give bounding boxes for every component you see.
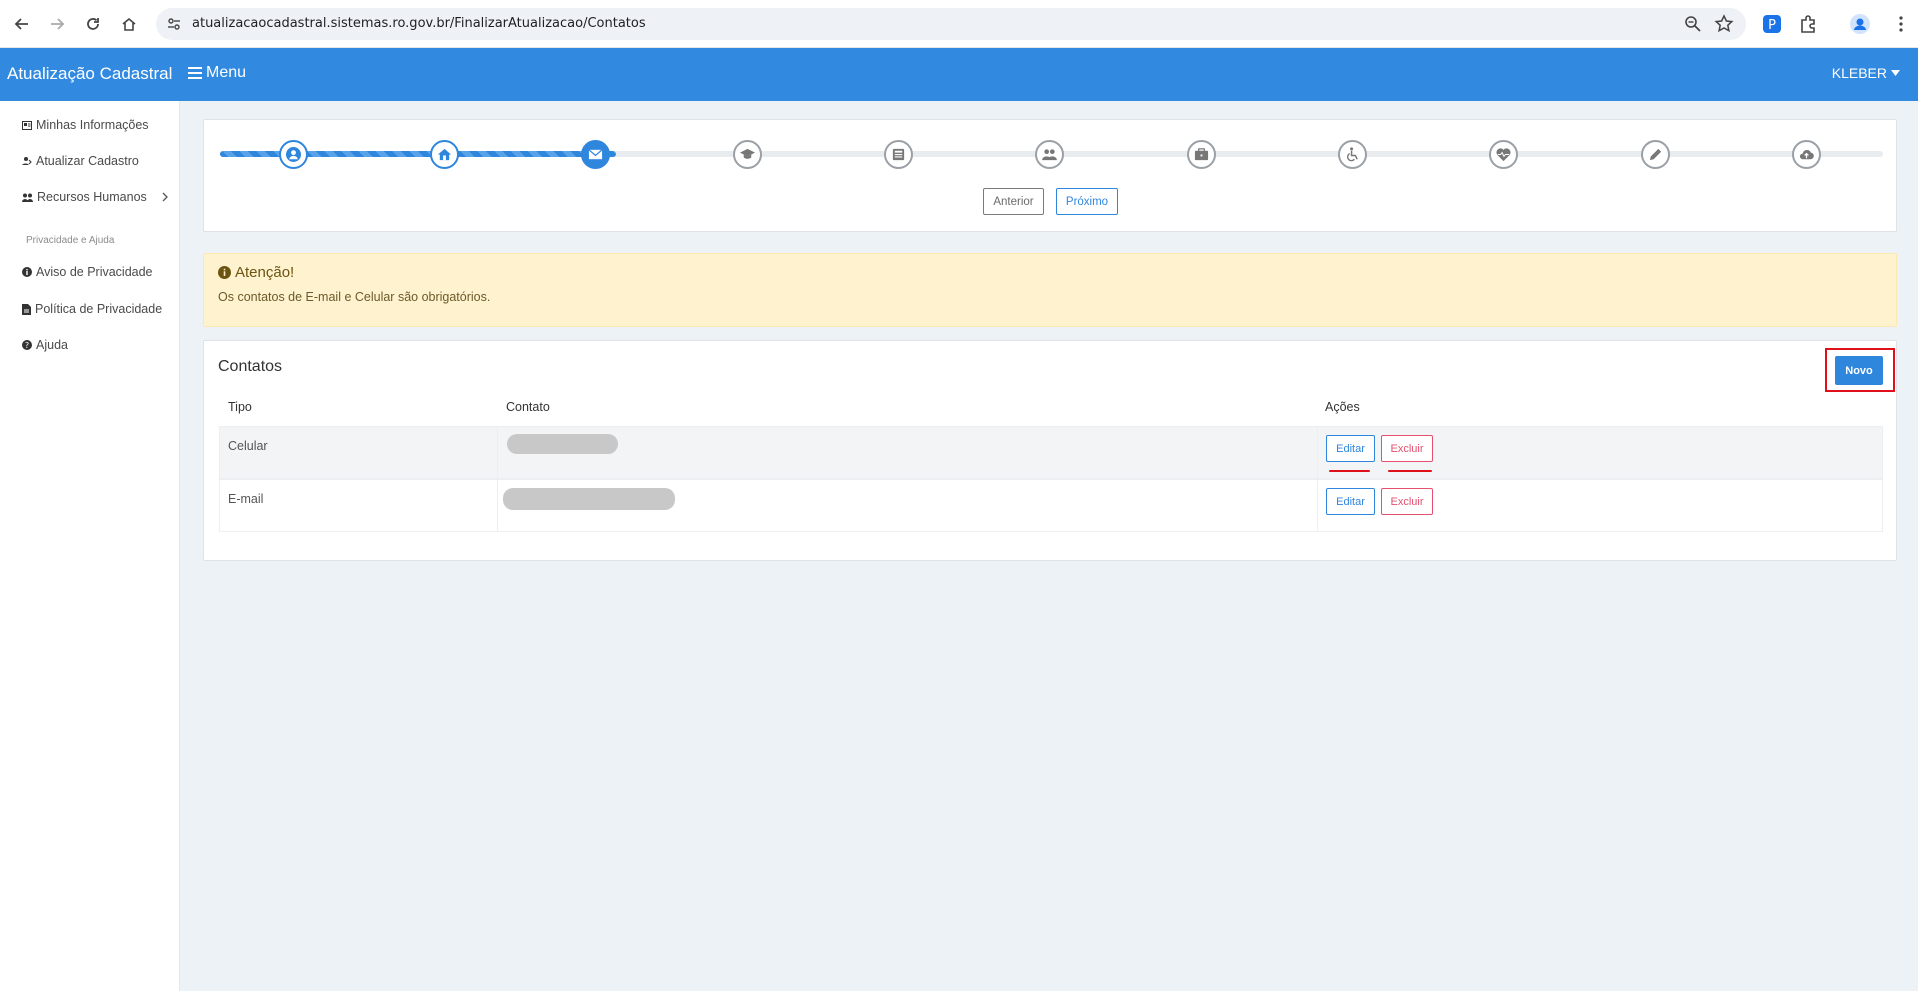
site-settings-icon[interactable] <box>166 16 182 32</box>
sidebar-item-aviso-privacidade[interactable]: Aviso de Privacidade <box>22 265 153 279</box>
contact-type: Celular <box>228 439 268 453</box>
alert-title-text: Atenção! <box>235 264 295 281</box>
cell-divider <box>1317 480 1318 531</box>
graduation-cap-icon <box>740 148 755 159</box>
sidebar-item-label: Minhas Informações <box>36 118 149 132</box>
redacted-contact-value <box>503 488 675 510</box>
step-signature[interactable] <box>1641 140 1670 169</box>
delete-button[interactable]: Excluir <box>1381 435 1433 462</box>
forward-icon[interactable] <box>45 12 69 36</box>
progress-stepper-card: Anterior Próximo <box>203 119 1897 232</box>
bookmark-star-icon[interactable] <box>1714 14 1734 34</box>
profile-avatar-icon[interactable] <box>1849 13 1871 35</box>
user-name: KLEBER <box>1831 65 1887 81</box>
home-icon[interactable] <box>117 12 141 36</box>
back-icon[interactable] <box>10 12 34 36</box>
annotation-underline <box>1388 470 1432 472</box>
sidebar-item-minhas-informacoes[interactable]: Minhas Informações <box>22 118 149 132</box>
home-icon <box>437 148 452 161</box>
hamburger-icon <box>188 67 202 79</box>
step-address[interactable] <box>430 140 459 169</box>
alert-message: Os contatos de E-mail e Celular são obri… <box>218 290 491 304</box>
delete-button[interactable]: Excluir <box>1381 488 1433 515</box>
previous-button[interactable]: Anterior <box>983 188 1044 215</box>
cloud-upload-icon <box>1799 150 1814 160</box>
sidebar-item-ajuda[interactable]: ? Ajuda <box>22 338 68 352</box>
file-icon <box>22 303 31 315</box>
sidebar-section-title: Privacidade e Ajuda <box>26 235 115 246</box>
briefcase-icon <box>1194 148 1209 161</box>
step-professional[interactable] <box>1187 140 1216 169</box>
table-row: Celular Editar Excluir <box>219 426 1883 479</box>
cell-divider <box>497 480 498 531</box>
sidebar-item-atualizar-cadastro[interactable]: Atualizar Cadastro <box>22 154 139 168</box>
info-circle-icon <box>218 266 231 279</box>
envelope-icon <box>588 149 603 160</box>
sidebar-item-label: Recursos Humanos <box>37 190 147 204</box>
user-icon <box>286 147 301 162</box>
step-upload[interactable] <box>1792 140 1821 169</box>
wheelchair-icon <box>1347 147 1358 162</box>
contacts-title: Contatos <box>218 358 283 375</box>
redacted-contact-value <box>507 434 618 454</box>
step-education[interactable] <box>733 140 762 169</box>
menu-toggle-button[interactable]: Menu <box>188 64 246 82</box>
sidebar-item-label: Política de Privacidade <box>35 302 163 316</box>
user-menu-button[interactable]: KLEBER <box>1832 65 1900 81</box>
step-health[interactable] <box>1489 140 1518 169</box>
question-circle-icon: ? <box>22 340 32 350</box>
step-personal-data[interactable] <box>279 140 308 169</box>
step-contacts[interactable] <box>581 140 610 169</box>
cell-divider <box>1317 427 1318 478</box>
pencil-icon <box>1649 148 1662 161</box>
warning-alert: Atenção! Os contatos de E-mail e Celular… <box>203 253 1897 327</box>
sidebar-item-label: Ajuda <box>36 338 68 352</box>
extensions-puzzle-icon[interactable] <box>1797 13 1819 35</box>
edit-button[interactable]: Editar <box>1326 435 1375 462</box>
step-documents[interactable] <box>884 140 913 169</box>
column-header-tipo: Tipo <box>228 400 252 414</box>
column-header-acoes: Ações <box>1325 400 1360 414</box>
reload-icon[interactable] <box>81 12 105 36</box>
sidebar-item-label: Aviso de Privacidade <box>36 265 153 279</box>
caret-down-icon <box>1891 70 1900 76</box>
sidebar: Minhas Informações Atualizar Cadastro Re… <box>0 101 180 991</box>
annotation-underline <box>1329 470 1370 472</box>
extension-icon[interactable]: P <box>1761 13 1783 35</box>
browser-menu-icon[interactable] <box>1890 13 1912 35</box>
column-header-contato: Contato <box>506 400 550 414</box>
id-card-icon <box>22 120 32 130</box>
users-icon <box>1042 149 1057 161</box>
step-disability[interactable] <box>1338 140 1367 169</box>
step-dependents[interactable] <box>1035 140 1064 169</box>
browser-toolbar: atualizacaocadastral.sistemas.ro.gov.br/… <box>0 0 1918 48</box>
user-edit-icon <box>22 157 32 165</box>
sidebar-item-recursos-humanos[interactable]: Recursos Humanos <box>22 190 169 204</box>
sidebar-item-politica-privacidade[interactable]: Política de Privacidade <box>22 302 162 316</box>
alert-title: Atenção! <box>218 264 294 281</box>
menu-label: Menu <box>206 64 247 81</box>
svg-text:?: ? <box>25 341 29 350</box>
svg-text:P: P <box>1768 18 1776 33</box>
cell-divider <box>497 427 498 478</box>
users-icon <box>22 193 33 202</box>
app-brand[interactable]: Atualização Cadastral <box>7 64 172 84</box>
app-header: Atualização Cadastral Menu KLEBER <box>0 48 1918 101</box>
url-text[interactable]: atualizacaocadastral.sistemas.ro.gov.br/… <box>192 16 646 31</box>
info-circle-icon <box>22 267 32 277</box>
edit-button[interactable]: Editar <box>1326 488 1375 515</box>
chevron-right-icon <box>162 192 168 202</box>
address-bar[interactable]: atualizacaocadastral.sistemas.ro.gov.br/… <box>156 8 1746 40</box>
contact-type: E-mail <box>228 492 264 506</box>
annotation-highlight-box <box>1825 348 1895 392</box>
newspaper-icon <box>892 148 905 161</box>
heartbeat-icon <box>1496 148 1511 162</box>
zoom-icon[interactable] <box>1684 15 1702 33</box>
contacts-card: Contatos Novo Tipo Contato Ações Celular… <box>203 340 1897 561</box>
sidebar-item-label: Atualizar Cadastro <box>36 154 139 168</box>
next-button[interactable]: Próximo <box>1056 188 1118 215</box>
table-row: E-mail Editar Excluir <box>219 479 1883 532</box>
